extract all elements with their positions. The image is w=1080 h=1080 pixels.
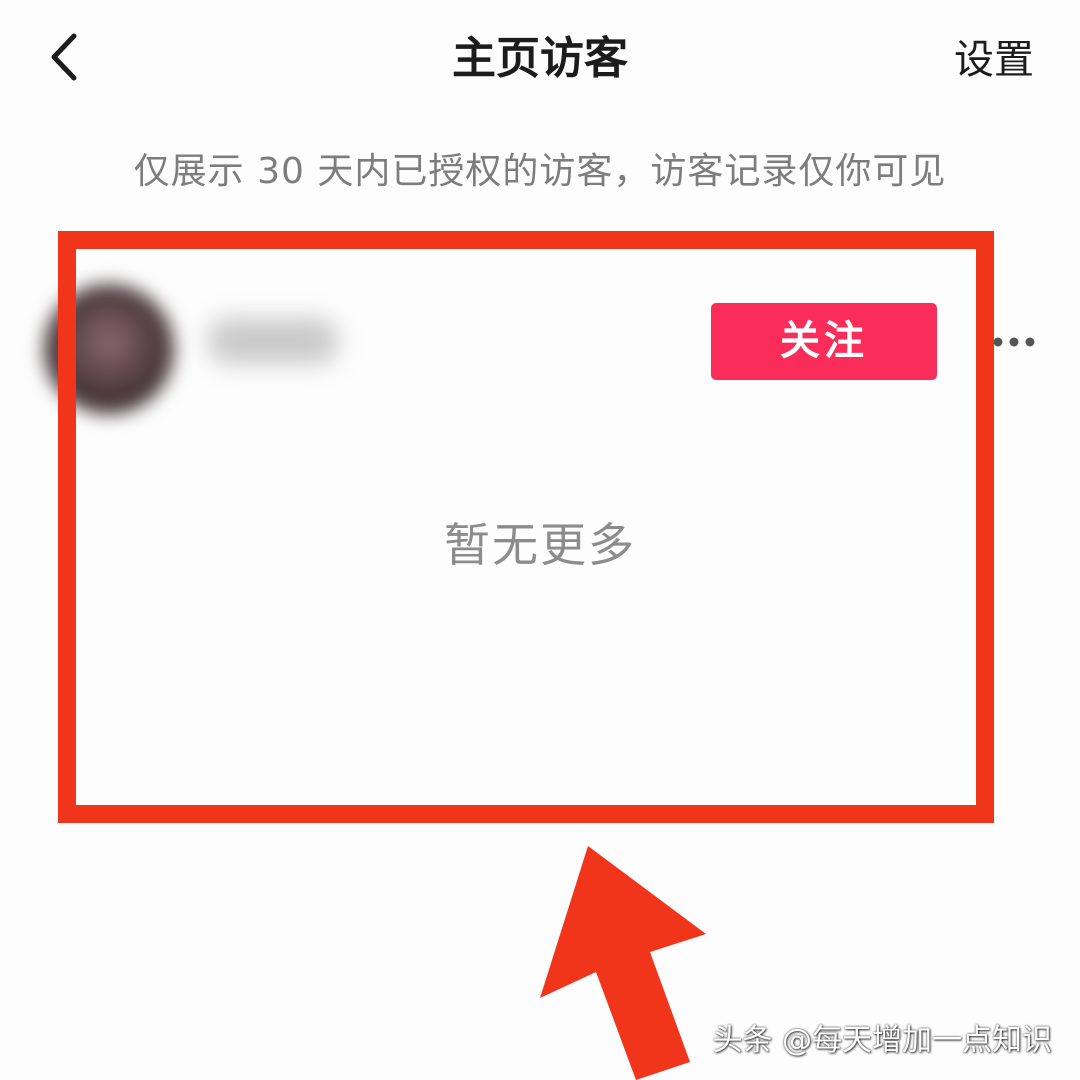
annotation-arrow-icon — [540, 846, 740, 1080]
page-title: 主页访客 — [452, 33, 628, 84]
more-button[interactable] — [990, 322, 1040, 362]
empty-state-text: 暂无更多 — [444, 518, 636, 572]
follow-button[interactable]: 关注 — [711, 303, 937, 380]
watermark: 头条 @每天增加一点知识 — [712, 1023, 1052, 1058]
username-blurred[interactable] — [208, 318, 338, 364]
avatar[interactable] — [44, 284, 174, 414]
visitor-notice: 仅展示 30 天内已授权的访客，访客记录仅你可见 — [133, 151, 947, 192]
more-horizontal-icon — [993, 337, 1035, 347]
visitors-page: 主页访客 设置 仅展示 30 天内已授权的访客，访客记录仅你可见 关注 暂无更多… — [0, 0, 1080, 1080]
settings-button[interactable]: 设置 — [954, 30, 1034, 90]
